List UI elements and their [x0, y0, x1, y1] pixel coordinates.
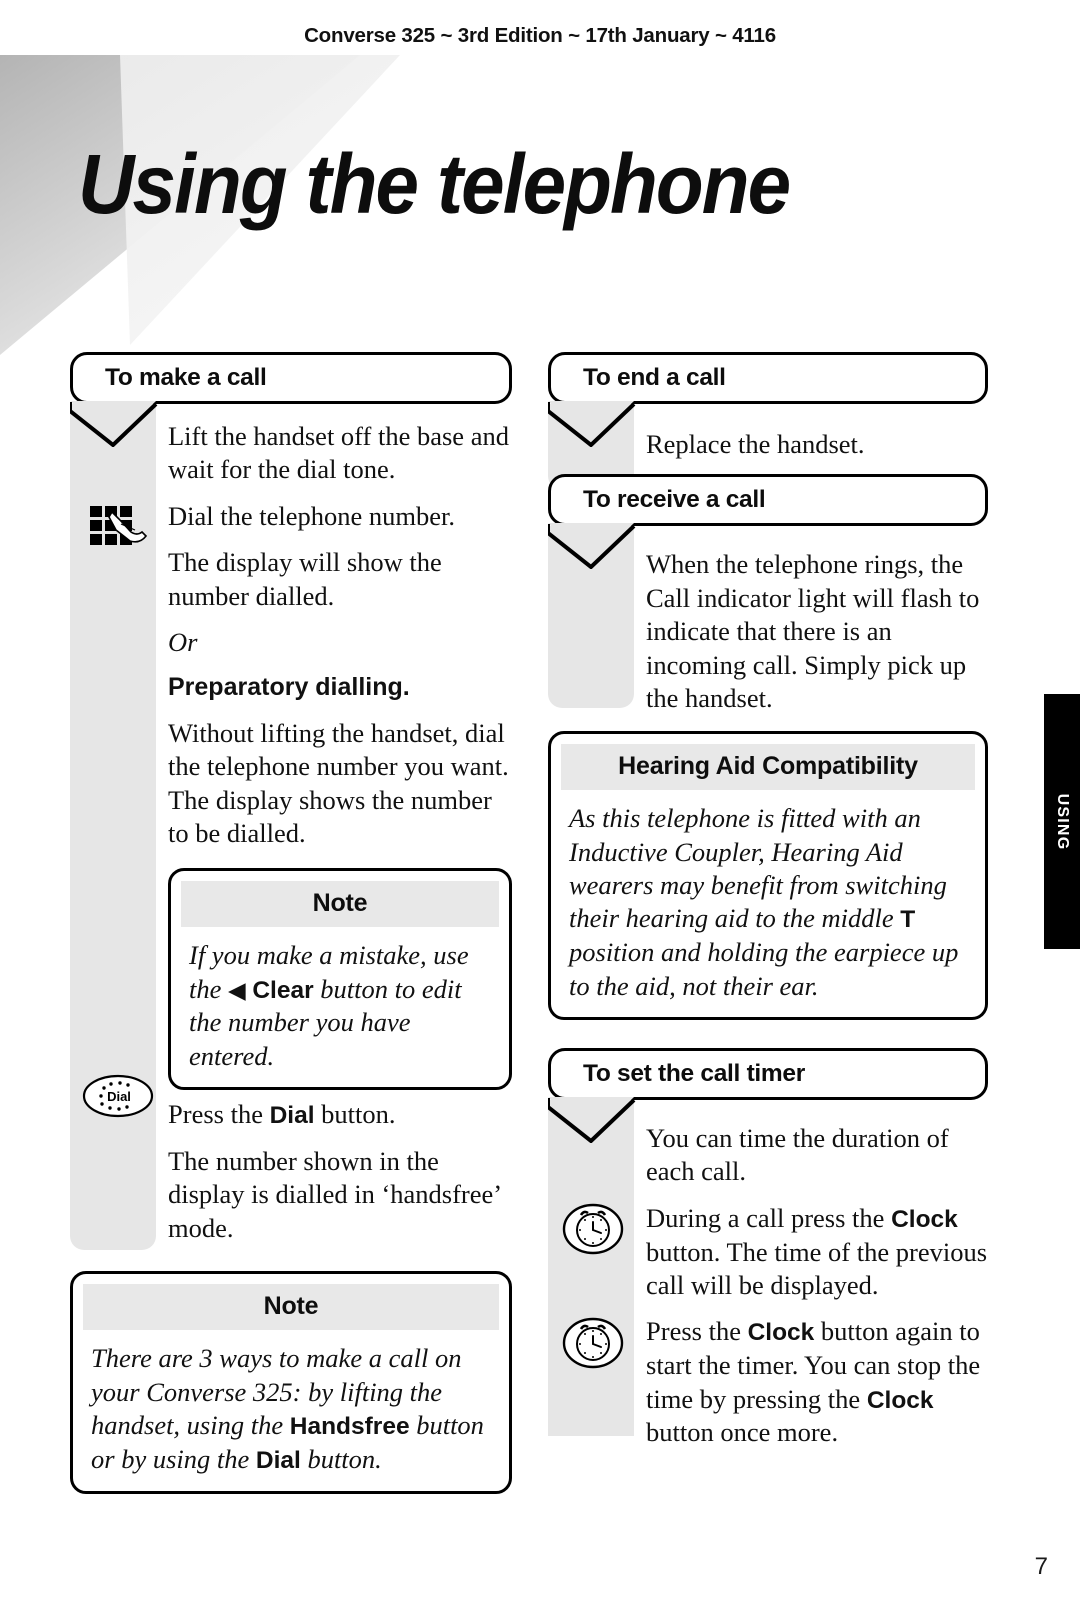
- note-text: If you make a mistake, use the ◀ Clear b…: [181, 927, 499, 1073]
- bubble-tail-icon: [548, 1096, 636, 1143]
- text-pre: Press the: [168, 1099, 270, 1130]
- box-text: As this telephone is fitted with an Indu…: [561, 790, 975, 1003]
- section-heading-label: To end a call: [583, 364, 726, 391]
- text-pre: During a call press the: [646, 1202, 892, 1233]
- paragraph: Lift the handset off the base and wait f…: [168, 421, 509, 485]
- section-heading-label: To receive a call: [583, 486, 766, 514]
- text-post: button. The time of the previous call wi…: [646, 1236, 988, 1300]
- note-text: There are 3 ways to make a call on your …: [83, 1330, 499, 1476]
- section-body: Lift the handset off the base and wait f…: [168, 404, 512, 1091]
- note-box-clear: Note If you make a mistake, use the ◀ Cl…: [168, 868, 512, 1091]
- note-bold-clear: Clear: [252, 976, 314, 1004]
- bubble-tail-icon: [548, 401, 636, 447]
- paragraph-intro: You can time the duration of each call.: [646, 1122, 949, 1187]
- section-to-end-a-call: To end a call Replace the handset.: [548, 352, 988, 490]
- bold-dial: Dial: [269, 1102, 315, 1130]
- box-title: Hearing Aid Compatibility: [561, 744, 975, 791]
- hearing-aid-compatibility-box: Hearing Aid Compatibility As this teleph…: [548, 731, 988, 1020]
- thumb-tab-using: USING: [1044, 694, 1080, 949]
- right-column: To end a call Replace the handset. To re…: [548, 352, 988, 1463]
- left-triangle-icon: ◀: [228, 977, 246, 1003]
- text-post2: button once more.: [646, 1417, 839, 1448]
- box-text-part1: As this telephone is fitted with an Indu…: [569, 803, 947, 934]
- section-heading-bubble: To receive a call: [548, 474, 988, 527]
- bubble-tail-icon: [70, 401, 158, 447]
- box-text-part2: position and holding the earpiece up to …: [569, 937, 959, 1001]
- note-bold-handsfree: Handsfree: [289, 1412, 410, 1440]
- section-to-receive-a-call: To receive a call When the telephone rin…: [548, 474, 988, 715]
- section-rail: [548, 1099, 634, 1436]
- keypad-hand-icon: [88, 502, 150, 548]
- note-text-part3: button.: [300, 1443, 382, 1474]
- bold-clock: Clock: [747, 1319, 815, 1347]
- bold-t-position: T: [900, 906, 916, 934]
- clock-icon: [562, 1202, 624, 1256]
- bold-clock: Clock: [891, 1205, 958, 1233]
- paragraph-or: Or: [168, 626, 198, 657]
- section-heading-label: To make a call: [105, 364, 267, 391]
- note-bold-dial: Dial: [255, 1446, 301, 1474]
- section-body-continued: Press the Dial button. The number shown …: [168, 1090, 512, 1245]
- paragraph: Dial the telephone number.: [168, 500, 455, 531]
- section-heading-bubble: To end a call: [548, 352, 988, 404]
- paragraph-clock-press: During a call press the Clock button. Th…: [646, 1202, 988, 1303]
- paragraph-handsfree-mode: The number shown in the display is diall…: [168, 1146, 501, 1243]
- section-body: When the telephone rings, the Call indic…: [646, 526, 988, 715]
- paragraph-press-dial: Press the Dial button.: [168, 1098, 512, 1132]
- bold-clock-2: Clock: [866, 1386, 934, 1414]
- note-title: Note: [181, 881, 499, 928]
- paragraph-clock-again: Press the Clock button again to start th…: [646, 1315, 988, 1449]
- running-header: Converse 325 ~ 3rd Edition ~ 17th Januar…: [304, 24, 776, 47]
- section-heading-bubble: To set the call timer: [548, 1047, 988, 1100]
- bubble-tail-icon: [548, 523, 636, 570]
- svg-text:Dial: Dial: [107, 1089, 131, 1104]
- paragraph: Replace the handset.: [646, 429, 865, 459]
- left-column: To make a call Lift the handset off the …: [70, 352, 512, 1494]
- section-body: You can time the duration of each call. …: [646, 1100, 988, 1450]
- section-to-make-a-call: To make a call Lift the handset off the …: [70, 352, 512, 1494]
- section-heading-bubble: To make a call: [70, 352, 512, 404]
- text-pre: Press the: [646, 1316, 748, 1347]
- clock-icon: [562, 1316, 624, 1370]
- section-body: Replace the handset.: [646, 404, 988, 461]
- dial-button-icon: Dial: [82, 1072, 154, 1120]
- page-title: Using the telephone: [78, 137, 791, 231]
- paragraph: The display will show the number dialled…: [168, 547, 442, 611]
- page-number: 7: [1034, 1553, 1048, 1580]
- text-post: button.: [314, 1099, 396, 1130]
- paragraph: When the telephone rings, the Call indic…: [646, 549, 980, 713]
- section-heading-label: To set the call timer: [583, 1059, 805, 1087]
- section-to-set-the-call-timer: To set the call timer You can time the d…: [548, 1047, 988, 1450]
- thumb-tab-label: USING: [1054, 793, 1071, 850]
- note-box-three-ways: Note There are 3 ways to make a call on …: [70, 1271, 512, 1494]
- note-title: Note: [83, 1284, 499, 1331]
- paragraph: Without lifting the handset, dial the te…: [168, 717, 509, 848]
- subheading-preparatory-dialling: Preparatory dialling.: [168, 673, 410, 702]
